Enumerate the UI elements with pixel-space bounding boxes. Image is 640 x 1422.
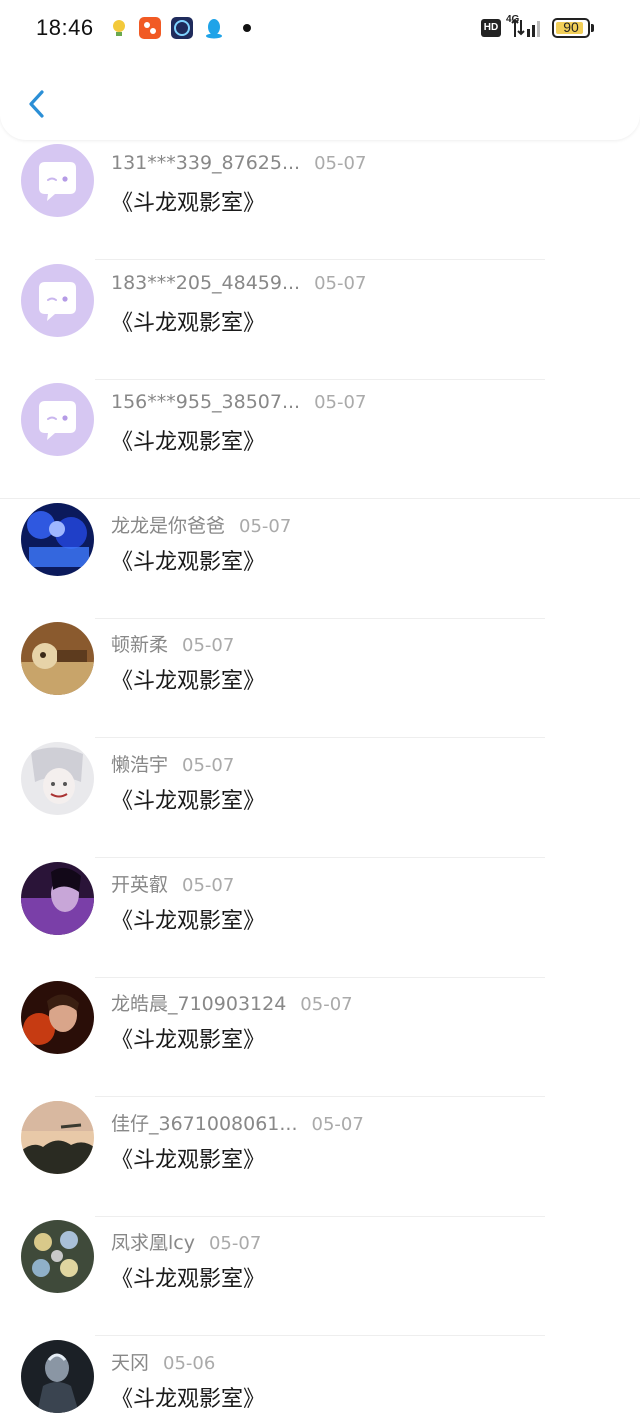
comment-row[interactable]: 龙皓晨_710903124 05-07 《斗龙观影室》 xyxy=(0,977,640,1097)
qq-penguin-icon xyxy=(203,17,225,39)
comment-date: 05-07 xyxy=(182,635,235,656)
comment-text: 《斗龙观影室》 xyxy=(111,1267,266,1292)
username[interactable]: 131***339_87625... xyxy=(111,152,300,174)
username[interactable]: 顿新柔 xyxy=(111,634,168,656)
username[interactable]: 龙皓晨_710903124 xyxy=(111,993,286,1015)
comment-date: 05-07 xyxy=(311,1114,364,1135)
comment-row[interactable]: 顿新柔 05-07 《斗龙观影室》 xyxy=(0,618,640,738)
comment-text: 《斗龙观影室》 xyxy=(111,1028,266,1053)
comment-date: 05-07 xyxy=(300,994,353,1015)
comment-text: 《斗龙观影室》 xyxy=(111,550,266,575)
avatar[interactable] xyxy=(21,503,94,576)
comment-date: 05-07 xyxy=(314,273,367,294)
avatar[interactable] xyxy=(21,264,94,337)
comment-meta: 佳仔_3671008061... 05-07 xyxy=(111,1109,364,1136)
comment-text: 《斗龙观影室》 xyxy=(111,1148,266,1173)
comment-text: 《斗龙观影室》 xyxy=(111,669,266,694)
username[interactable]: 龙龙是你爸爸 xyxy=(111,515,225,537)
comment-text: 《斗龙观影室》 xyxy=(111,1387,266,1412)
avatar[interactable] xyxy=(21,144,94,217)
username[interactable]: 佳仔_3671008061... xyxy=(111,1113,298,1135)
avatar[interactable] xyxy=(21,742,94,815)
game-notification-icon xyxy=(171,17,193,39)
comment-meta: 开英叡 05-07 xyxy=(111,870,234,897)
comment-date: 05-07 xyxy=(182,875,235,896)
comment-row[interactable]: 佳仔_3671008061... 05-07 《斗龙观影室》 xyxy=(0,1097,640,1217)
back-button[interactable] xyxy=(18,80,58,128)
comment-date: 05-06 xyxy=(163,1353,216,1374)
comment-row[interactable]: 懒浩宇 05-07 《斗龙观影室》 xyxy=(0,738,640,858)
comment-row[interactable]: 183***205_48459... 05-07 《斗龙观影室》 xyxy=(0,260,640,380)
app-notification-icon xyxy=(139,17,161,39)
username[interactable]: 懒浩宇 xyxy=(111,754,168,776)
username[interactable]: 156***955_38507... xyxy=(111,391,300,413)
comment-meta: 懒浩宇 05-07 xyxy=(111,750,234,777)
comment-meta: 183***205_48459... 05-07 xyxy=(111,272,366,294)
comment-date: 05-07 xyxy=(314,153,367,174)
comment-date: 05-07 xyxy=(182,755,235,776)
comment-meta: 龙龙是你爸爸 05-07 xyxy=(111,511,291,538)
comment-text: 《斗龙观影室》 xyxy=(111,789,266,814)
top-header: 18:46 HD 4G 90 xyxy=(0,0,640,140)
battery-indicator: 90 xyxy=(552,18,594,38)
lightbulb-notification-icon xyxy=(108,17,130,39)
avatar[interactable] xyxy=(21,1340,94,1413)
avatar[interactable] xyxy=(21,1220,94,1293)
avatar[interactable] xyxy=(21,981,94,1054)
username[interactable]: 开英叡 xyxy=(111,874,168,896)
avatar[interactable] xyxy=(21,1101,94,1174)
comment-row[interactable]: 天冈 05-06 《斗龙观影室》 xyxy=(0,1336,640,1422)
comment-row[interactable]: 156***955_38507... 05-07 《斗龙观影室》 xyxy=(0,379,640,499)
comment-date: 05-07 xyxy=(208,1233,262,1254)
comment-row[interactable]: 开英叡 05-07 《斗龙观影室》 xyxy=(0,858,640,978)
comment-text: 《斗龙观影室》 xyxy=(111,430,266,455)
battery-level-text: 90 xyxy=(563,19,579,35)
more-notifications-dot xyxy=(243,24,251,32)
username[interactable]: 凤求凰lcy xyxy=(111,1232,195,1254)
username[interactable]: 天冈 xyxy=(111,1352,149,1374)
comment-text: 《斗龙观影室》 xyxy=(111,909,266,934)
status-bar: 18:46 HD 4G 90 xyxy=(0,0,640,58)
comment-meta: 131***339_87625... 05-07 xyxy=(111,152,366,174)
avatar[interactable] xyxy=(21,383,94,456)
comment-row[interactable]: 凤求凰lcy 05-07 《斗龙观影室》 xyxy=(0,1216,640,1336)
comment-meta: 156***955_38507... 05-07 xyxy=(111,391,366,413)
comment-text: 《斗龙观影室》 xyxy=(111,191,266,216)
chevron-left-icon xyxy=(29,90,44,118)
avatar[interactable] xyxy=(21,862,94,935)
comment-text: 《斗龙观影室》 xyxy=(111,311,266,336)
avatar[interactable] xyxy=(21,622,94,695)
comment-date: 05-07 xyxy=(239,516,292,537)
signal-strength-icon xyxy=(509,17,545,39)
hd-badge: HD xyxy=(481,19,501,37)
status-time: 18:46 xyxy=(36,15,94,40)
comment-meta: 顿新柔 05-07 xyxy=(111,630,234,657)
comment-meta: 天冈 05-06 xyxy=(111,1348,215,1375)
comment-meta: 龙皓晨_710903124 05-07 xyxy=(111,989,353,1016)
comment-date: 05-07 xyxy=(314,392,367,413)
comment-meta: 凤求凰lcy 05-07 xyxy=(111,1228,261,1255)
username[interactable]: 183***205_48459... xyxy=(111,272,300,294)
comment-row[interactable]: 龙龙是你爸爸 05-07 《斗龙观影室》 xyxy=(0,499,640,619)
comment-row[interactable]: 131***339_87625... 05-07 《斗龙观影室》 xyxy=(0,140,640,260)
